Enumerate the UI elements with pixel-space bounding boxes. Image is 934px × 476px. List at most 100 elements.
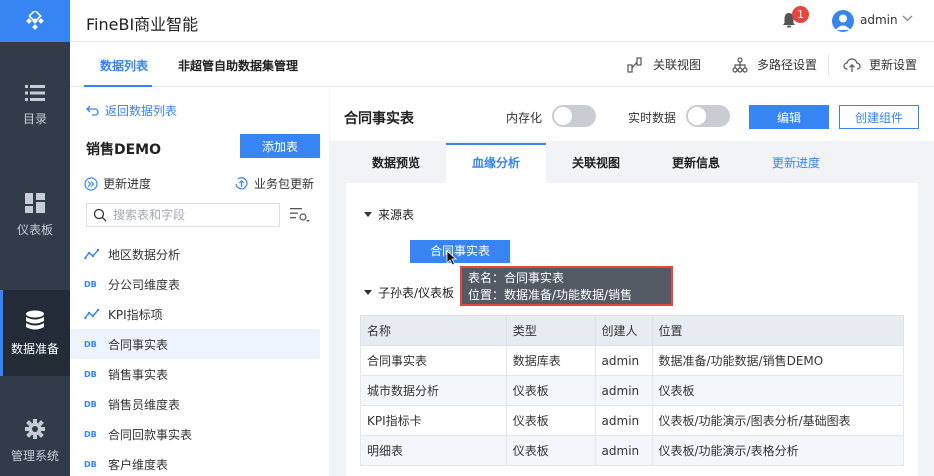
db-table-icon: DB: [84, 369, 97, 379]
table-name: 合同事实表: [108, 337, 169, 352]
mouse-cursor-icon: [446, 250, 457, 266]
database-icon: [26, 310, 44, 329]
search-field: [86, 203, 280, 227]
package-update-button[interactable]: 业务包更新: [234, 175, 314, 192]
avatar[interactable]: [832, 10, 854, 32]
tooltip-table-name: 表名：合同事实表: [468, 271, 565, 285]
search-icon: [93, 208, 107, 222]
app-title: FineBI商业智能: [86, 15, 199, 34]
list-item[interactable]: DB 销售员维度表: [70, 389, 320, 419]
user-name[interactable]: admin: [860, 13, 898, 27]
table-cell: 明细表: [360, 435, 507, 466]
caret-down-icon: [364, 289, 372, 295]
table-row[interactable]: 明细表 仪表板 admin 仪表板/功能演示/表格分析: [360, 435, 904, 466]
nav-label: 目录: [22, 111, 47, 126]
create-component-button[interactable]: 创建组件: [839, 105, 919, 129]
dashboard-icon: [25, 192, 45, 213]
table-detail-header: 合同事实表 内存化 实时数据 编辑 创建组件: [330, 87, 934, 141]
app-logo[interactable]: [0, 0, 70, 42]
back-arrow-icon: [86, 105, 99, 116]
nav-label: 数据准备: [10, 341, 59, 356]
column-header: 类型: [505, 315, 596, 346]
refresh-upload-icon: [235, 177, 248, 190]
update-progress-link[interactable]: 更新进度: [84, 175, 151, 192]
list-item[interactable]: 地区数据分析: [70, 239, 320, 269]
table-name: 地区数据分析: [108, 247, 181, 262]
table-row[interactable]: KPI指标卡 仪表板 admin 仪表板/功能演示/图表分析/基础图表: [360, 405, 904, 436]
table-cell: 仪表板: [651, 375, 904, 406]
tab-update-progress[interactable]: 更新进度: [746, 143, 846, 183]
filter-list-icon[interactable]: [290, 207, 310, 223]
left-nav-rail: 目录 仪表板 数据准备 管理系统: [0, 0, 70, 476]
nav-item-dashboard[interactable]: 仪表板: [0, 172, 70, 258]
tab-self-service-datasets[interactable]: 非超管自助数据集管理: [178, 57, 298, 74]
caret-down-icon: [364, 211, 372, 217]
list-item[interactable]: DB 销售事实表: [70, 359, 320, 389]
table-cell: 合同事实表: [360, 345, 507, 376]
table-row[interactable]: 城市数据分析 仪表板 admin 仪表板: [360, 375, 904, 406]
table-name: 销售事实表: [108, 367, 169, 382]
tab-data-preview[interactable]: 数据预览: [346, 143, 446, 183]
table-cell: 数据库表: [505, 345, 596, 376]
page-title: 合同事实表: [344, 111, 414, 127]
analysis-icon: [84, 248, 100, 260]
relation-view-button[interactable]: 关联视图: [627, 56, 701, 73]
nav-label: 仪表板: [16, 222, 53, 237]
edit-button[interactable]: 编辑: [749, 105, 829, 129]
tab-lineage-analysis[interactable]: 血缘分析: [446, 143, 546, 183]
table-row[interactable]: 合同事实表 数据库表 admin 数据准备/功能数据/销售DEMO: [360, 345, 904, 376]
relation-view-icon: [627, 56, 642, 73]
realtime-label: 实时数据: [628, 111, 677, 125]
update-settings-label: 更新设置: [869, 58, 918, 72]
table-detail-panel: 合同事实表 内存化 实时数据 编辑 创建组件 数据预览 血缘分析 关联视图 更新…: [330, 87, 934, 476]
list-item[interactable]: KPI指标项: [70, 299, 320, 329]
source-section-header[interactable]: 来源表: [364, 206, 414, 223]
in-memory-label: 内存化: [506, 111, 543, 125]
realtime-toggle[interactable]: [686, 105, 730, 127]
package-update-label: 业务包更新: [254, 177, 315, 191]
nav-label: 管理系统: [10, 448, 59, 463]
table-cell: admin: [594, 435, 653, 466]
table-name: KPI指标项: [108, 307, 163, 322]
detail-tabs: 数据预览 血缘分析 关联视图 更新信息 更新进度: [346, 143, 918, 183]
back-to-list-link[interactable]: 返回数据列表: [86, 102, 177, 119]
toolbar-divider: [828, 54, 829, 76]
search-input[interactable]: [113, 208, 273, 222]
column-header: 创建人: [594, 315, 653, 346]
table-header-row: 名称 类型 创建人 位置: [360, 315, 904, 346]
add-table-button[interactable]: 添加表: [240, 134, 320, 158]
child-section-header[interactable]: 子孙表/仪表板: [364, 284, 454, 301]
list-item[interactable]: DB 客户维度表: [70, 449, 320, 476]
table-name: 分公司维度表: [108, 277, 181, 292]
db-table-icon: DB: [84, 399, 97, 409]
table-cell: 仪表板/功能演示/图表分析/基础图表: [651, 405, 904, 436]
nav-item-catalog[interactable]: 目录: [0, 62, 70, 148]
nav-item-admin[interactable]: 管理系统: [0, 398, 70, 476]
tab-data-list[interactable]: 数据列表: [100, 57, 148, 74]
lineage-content: 来源表 合同事实表 表名：合同事实表 位置：数据准备/功能数据/销售DEMO 子…: [346, 183, 918, 476]
table-cell: 仪表板: [505, 375, 596, 406]
column-header: 名称: [360, 315, 507, 346]
list-item[interactable]: DB 合同回款事实表: [70, 419, 320, 449]
update-settings-button[interactable]: 更新设置: [843, 56, 917, 73]
nav-item-data-prep[interactable]: 数据准备: [0, 290, 70, 376]
source-table-node[interactable]: 合同事实表: [410, 240, 510, 263]
column-header: 位置: [651, 315, 904, 346]
table-name: 合同回款事实表: [108, 427, 193, 442]
multipath-settings-label: 多路径设置: [757, 58, 818, 72]
list-icon: [25, 84, 45, 101]
in-memory-toggle[interactable]: [552, 105, 596, 127]
chevron-down-icon[interactable]: [902, 15, 913, 22]
table-info-tooltip: 表名：合同事实表 位置：数据准备/功能数据/销售DEMO: [460, 266, 673, 319]
update-progress-label: 更新进度: [103, 177, 152, 191]
table-cell: 仪表板/功能演示/表格分析: [651, 435, 904, 466]
list-item[interactable]: DB 分公司维度表: [70, 269, 320, 299]
tab-update-info[interactable]: 更新信息: [646, 143, 746, 183]
top-header: FineBI商业智能 1 admin: [70, 0, 934, 42]
tab-relation-view[interactable]: 关联视图: [546, 143, 646, 183]
table-cell: 仪表板: [505, 435, 596, 466]
multipath-settings-button[interactable]: 多路径设置: [732, 56, 817, 73]
list-item[interactable]: DB 合同事实表: [70, 329, 320, 359]
db-table-icon: DB: [84, 429, 97, 439]
relation-view-label: 关联视图: [653, 58, 702, 72]
